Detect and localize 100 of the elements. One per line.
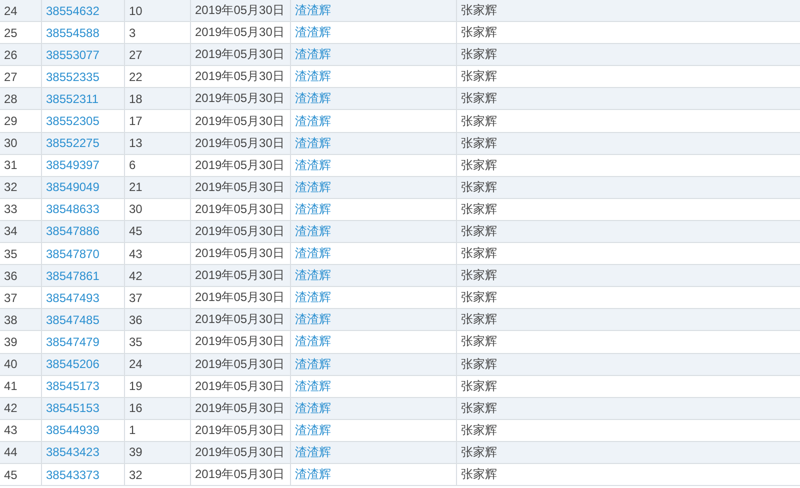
table-cell: 45 (129, 224, 142, 238)
table-cell: 42 (129, 268, 142, 283)
id-link[interactable]: 38554632 (46, 4, 100, 18)
author-link[interactable]: 渣渣辉 (295, 422, 331, 439)
table-cell: 2019年05月30日 (195, 134, 284, 152)
author-link[interactable]: 渣渣辉 (295, 200, 331, 218)
id-link[interactable]: 38543423 (46, 445, 100, 460)
id-link[interactable]: 38552335 (46, 70, 100, 84)
table-cell: 39 (4, 334, 18, 349)
table-cell: 18 (129, 92, 142, 106)
author-link[interactable]: 渣渣辉 (295, 356, 331, 373)
table-cell: 张家辉 (461, 134, 497, 152)
table-cell: 36 (129, 312, 142, 327)
id-link[interactable]: 38544939 (46, 423, 100, 438)
id-link[interactable]: 38548633 (46, 202, 100, 216)
author-link[interactable]: 渣渣辉 (295, 222, 331, 240)
table-cell: 张家辉 (461, 267, 497, 284)
table-cell: 2019年05月30日 (195, 378, 284, 395)
author-link[interactable]: 渣渣辉 (295, 24, 331, 42)
author-link[interactable]: 渣渣辉 (295, 444, 331, 461)
table-cell: 37 (129, 290, 142, 305)
table-cell: 16 (129, 401, 142, 416)
id-link[interactable]: 38549049 (46, 180, 100, 194)
author-link[interactable]: 渣渣辉 (295, 46, 331, 64)
table-cell: 1 (129, 423, 136, 438)
table-cell: 2019年05月30日 (195, 289, 284, 306)
table-cell: 张家辉 (461, 112, 497, 130)
author-link[interactable]: 渣渣辉 (295, 90, 331, 108)
author-link[interactable]: 渣渣辉 (295, 289, 331, 306)
table-cell: 39 (129, 445, 142, 460)
table-cell: 张家辉 (461, 178, 497, 196)
author-link[interactable]: 渣渣辉 (295, 2, 331, 20)
author-link[interactable]: 渣渣辉 (295, 378, 331, 395)
table-cell: 2019年05月30日 (195, 333, 284, 350)
id-link[interactable]: 38547493 (46, 290, 100, 305)
table-cell: 张家辉 (461, 200, 497, 218)
table-cell: 35 (4, 246, 18, 261)
table-cell: 25 (4, 26, 18, 40)
table-cell: 张家辉 (461, 46, 497, 64)
id-link[interactable]: 38547870 (46, 246, 100, 261)
table-cell: 张家辉 (461, 311, 497, 328)
id-link[interactable]: 38543373 (46, 468, 100, 482)
id-link[interactable]: 38547479 (46, 334, 100, 349)
table-cell: 2019年05月30日 (195, 68, 284, 86)
table-cell: 6 (129, 158, 136, 172)
table-cell: 45 (4, 468, 18, 482)
author-link[interactable]: 渣渣辉 (295, 466, 331, 484)
table-cell: 22 (129, 70, 142, 84)
author-link[interactable]: 渣渣辉 (295, 178, 331, 196)
table-cell: 41 (4, 379, 18, 394)
table-cell: 2019年05月30日 (195, 222, 284, 240)
table-cell: 3 (129, 26, 136, 40)
id-link[interactable]: 38545173 (46, 379, 100, 394)
table-cell: 35 (129, 334, 142, 349)
author-link[interactable]: 渣渣辉 (295, 134, 331, 152)
id-link[interactable]: 38547861 (46, 268, 100, 283)
table-cell: 13 (129, 136, 142, 150)
author-link[interactable]: 渣渣辉 (295, 267, 331, 284)
table-cell: 29 (4, 114, 18, 128)
id-link[interactable]: 38553077 (46, 48, 100, 62)
author-link[interactable]: 渣渣辉 (295, 245, 331, 262)
id-link[interactable]: 38545153 (46, 401, 100, 416)
author-link[interactable]: 渣渣辉 (295, 333, 331, 350)
id-link[interactable]: 38547886 (46, 224, 100, 238)
table-cell: 2019年05月30日 (195, 444, 284, 461)
table-cell: 2019年05月30日 (195, 267, 284, 284)
table-cell: 21 (129, 180, 142, 194)
id-link[interactable]: 38549397 (46, 158, 100, 172)
id-link[interactable]: 38552275 (46, 136, 100, 150)
table-cell: 2019年05月30日 (195, 356, 284, 373)
table-cell: 张家辉 (461, 333, 497, 350)
table-cell: 30 (129, 202, 142, 216)
id-link[interactable]: 38552305 (46, 114, 100, 128)
table-cell: 26 (4, 48, 18, 62)
table-cell: 32 (4, 180, 18, 194)
id-link[interactable]: 38552311 (46, 92, 98, 106)
table-cell: 张家辉 (461, 68, 497, 86)
author-link[interactable]: 渣渣辉 (295, 400, 331, 417)
table-cell: 张家辉 (461, 156, 497, 174)
table-cell: 2019年05月30日 (195, 466, 284, 484)
table-cell: 2019年05月30日 (195, 311, 284, 328)
author-link[interactable]: 渣渣辉 (295, 156, 331, 174)
table-cell: 2019年05月30日 (195, 422, 284, 439)
table-cell: 43 (4, 423, 18, 438)
id-link[interactable]: 38547485 (46, 312, 100, 327)
table-cell: 17 (129, 114, 142, 128)
table-cell: 10 (129, 4, 142, 18)
author-link[interactable]: 渣渣辉 (295, 112, 331, 130)
table-cell: 张家辉 (461, 444, 497, 461)
table-cell: 2019年05月30日 (195, 46, 284, 64)
id-link[interactable]: 38545206 (46, 357, 100, 372)
author-link[interactable]: 渣渣辉 (295, 311, 331, 328)
table-cell: 2019年05月30日 (195, 112, 284, 130)
table-cell: 2019年05月30日 (195, 400, 284, 417)
table-cell: 张家辉 (461, 466, 497, 484)
table-cell: 30 (4, 136, 18, 150)
id-link[interactable]: 38554588 (46, 26, 100, 40)
table-cell: 张家辉 (461, 24, 497, 42)
table-cell: 31 (4, 158, 18, 172)
author-link[interactable]: 渣渣辉 (295, 68, 331, 86)
